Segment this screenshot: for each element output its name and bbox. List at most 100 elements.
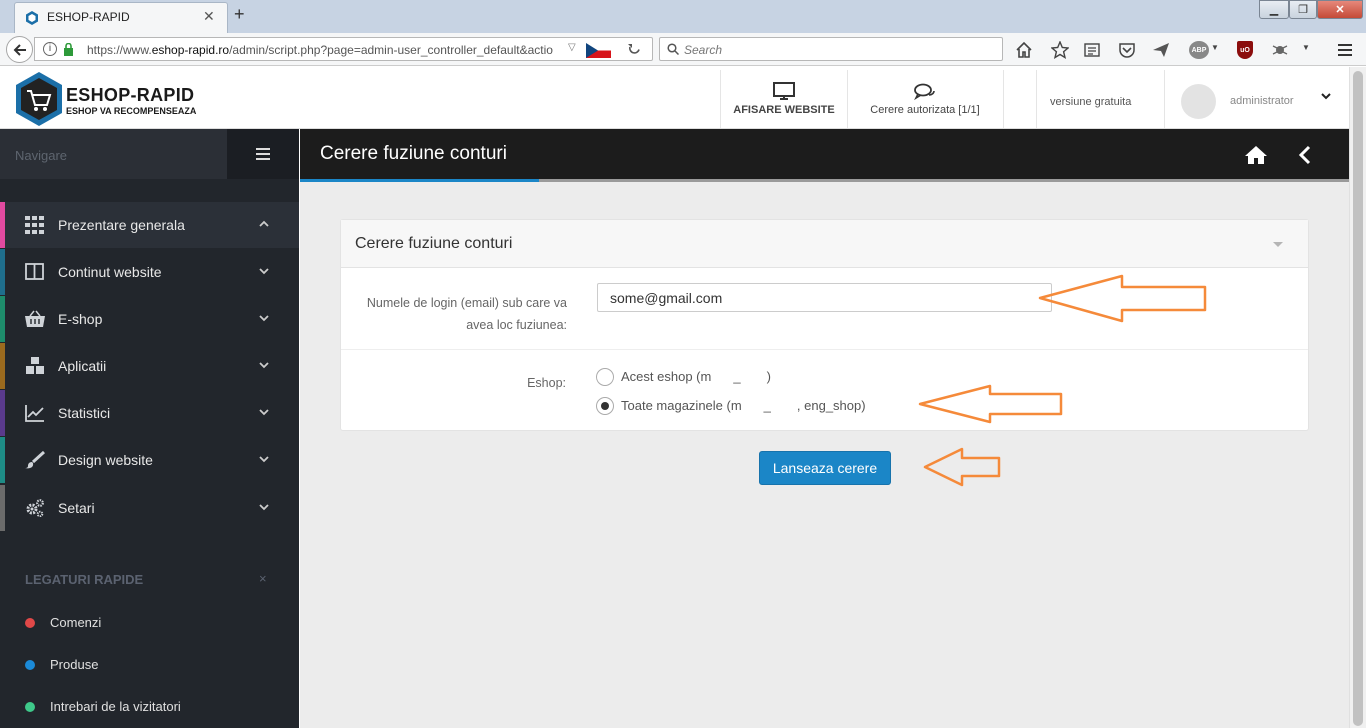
quick-link-produse[interactable]: Produse <box>0 650 299 680</box>
new-tab-icon[interactable]: + <box>234 4 245 25</box>
sidebar-nav-label: Navigare <box>15 148 68 163</box>
view-website-button[interactable]: AFISARE WEBSITE <box>721 71 847 129</box>
send-icon[interactable] <box>1152 41 1170 59</box>
status-dot <box>25 618 35 628</box>
sidebar-item-label: Design website <box>58 452 153 468</box>
chevron-down-icon <box>259 504 269 511</box>
url-bar[interactable]: i https://www.eshop-rapid.ro/admin/scrip… <box>34 37 653 61</box>
cubes-icon <box>26 357 44 374</box>
panel-title: Cerere fuziune conturi <box>355 235 513 252</box>
home-icon[interactable] <box>1244 145 1268 165</box>
radio-this-eshop-label: Acest eshop (m _) <box>621 369 771 384</box>
tab-title: ESHOP-RAPID <box>47 10 130 24</box>
columns-icon <box>25 263 44 280</box>
maximize-icon[interactable]: ❐ <box>1289 0 1317 19</box>
brush-icon <box>25 451 45 469</box>
browser-tab[interactable]: ESHOP-RAPID ✕ <box>14 2 228 33</box>
sidebar-item-accent <box>0 249 5 295</box>
search-placeholder: Search <box>684 43 723 57</box>
sidebar-item-statistici[interactable]: Statistici <box>0 390 299 436</box>
browser-toolbar: i https://www.eshop-rapid.ro/admin/scrip… <box>0 33 1366 66</box>
sidebar-item-label: Prezentare generala <box>58 217 185 233</box>
shield-favicon-icon <box>26 11 38 25</box>
chevron-left-icon[interactable] <box>1296 145 1314 165</box>
view-website-label: AFISARE WEBSITE <box>733 104 835 116</box>
version-label[interactable]: versiune gratuita <box>1050 96 1131 108</box>
sidebar-item-prezentare-generala[interactable]: Prezentare generala <box>0 202 299 248</box>
sidebar-header: Navigare <box>0 129 299 179</box>
eshop-field-label: Eshop: <box>527 376 566 390</box>
sidebar: Navigare Prezentare generala Continut we… <box>0 129 299 728</box>
launch-request-button[interactable]: Lanseaza cerere <box>759 451 891 485</box>
menu-icon[interactable] <box>1336 41 1354 59</box>
minimize-icon[interactable]: ▁ <box>1259 0 1289 19</box>
sidebar-toggle-button[interactable] <box>227 129 299 179</box>
quick-link-comenzi[interactable]: Comenzi <box>0 608 299 638</box>
sidebar-item-label: Setari <box>58 500 95 516</box>
sidebar-item-label: E-shop <box>58 311 103 327</box>
info-icon[interactable]: i <box>43 42 57 56</box>
overflow-dropdown-icon[interactable]: ▼ <box>1302 43 1310 52</box>
logo-tagline: ESHOP VA RECOMPENSEAZA <box>66 106 197 116</box>
url-text: https://www.eshop-rapid.ro/admin/script.… <box>87 43 553 57</box>
panel-collapse-icon[interactable] <box>1273 242 1283 247</box>
lock-icon <box>64 43 73 56</box>
quick-link-label: Produse <box>50 657 99 672</box>
window-close-icon[interactable]: ✕ <box>1317 0 1363 19</box>
chevron-down-icon <box>259 456 269 463</box>
hamburger-icon <box>256 148 270 160</box>
chevron-down-icon <box>259 362 269 369</box>
sidebar-item-accent <box>0 202 5 248</box>
user-name[interactable]: administrator <box>1230 95 1294 107</box>
flag-cz-icon <box>586 43 611 58</box>
reload-icon[interactable] <box>628 43 641 56</box>
extension-icon[interactable] <box>1271 41 1289 59</box>
header-divider <box>1036 70 1037 128</box>
radio-this-eshop[interactable] <box>596 368 614 386</box>
status-dot <box>25 702 35 712</box>
search-bar[interactable]: Search <box>659 37 1003 61</box>
app-header: ESHOP-RAPID ESHOP VA RECOMPENSEAZA AFISA… <box>0 67 1366 129</box>
logo[interactable]: ESHOP-RAPID ESHOP VA RECOMPENSEAZA <box>14 71 204 127</box>
pocket-icon[interactable] <box>1118 41 1136 59</box>
monitor-icon <box>773 82 795 100</box>
back-arrow-icon[interactable] <box>6 36 33 63</box>
sidebar-item-label: Continut website <box>58 264 162 280</box>
sidebar-item-setari[interactable]: Setari <box>0 485 299 531</box>
sidebar-item-aplicatii[interactable]: Aplicatii <box>0 343 299 389</box>
sidebar-item-e-shop[interactable]: E-shop <box>0 296 299 342</box>
chevron-down-icon[interactable] <box>1320 90 1332 102</box>
dropdown-icon[interactable]: ▽ <box>568 42 576 53</box>
sidebar-item-design-website[interactable]: Design website <box>0 437 299 483</box>
sidebar-item-continut-website[interactable]: Continut website <box>0 249 299 295</box>
close-tab-icon[interactable]: ✕ <box>203 8 215 25</box>
authorized-requests-button[interactable]: Cerere autorizata [1/1] <box>848 71 1002 129</box>
email-row: Numele de login (email) sub care va avea… <box>341 268 1308 350</box>
quick-link-intrebari[interactable]: Intrebari de la vizitatori <box>0 692 299 722</box>
panel-header: Cerere fuziune conturi <box>341 220 1308 268</box>
chevron-up-icon <box>259 220 269 227</box>
radio-all-shops[interactable] <box>596 397 614 415</box>
authorized-requests-label: Cerere autorizata [1/1] <box>870 104 980 116</box>
star-icon[interactable] <box>1051 41 1069 59</box>
avatar[interactable] <box>1181 84 1216 119</box>
quick-links-close-icon[interactable]: × <box>259 571 267 586</box>
radio-all-shops-label: Toate magazinele (m _, eng_shop) <box>621 398 866 413</box>
ublock-icon[interactable]: uO <box>1237 41 1253 59</box>
header-divider <box>1164 70 1165 128</box>
reading-list-icon[interactable] <box>1083 41 1101 59</box>
browser-tab-strip: ESHOP-RAPID ✕ + ▁ ❐ ✕ <box>0 0 1366 33</box>
adblock-icon[interactable]: ABP <box>1189 41 1209 59</box>
page-title-bar: Cerere fuziune conturi <box>300 129 1349 179</box>
chevron-down-icon <box>259 409 269 416</box>
adblock-dropdown-icon[interactable]: ▼ <box>1211 43 1219 52</box>
scrollbar-thumb[interactable] <box>1353 71 1363 726</box>
sidebar-item-accent <box>0 390 5 436</box>
home-icon[interactable] <box>1015 41 1033 59</box>
sidebar-item-accent <box>0 296 5 342</box>
quick-links-title: LEGATURI RAPIDE <box>25 572 144 587</box>
email-field[interactable] <box>597 283 1052 312</box>
logo-basket-icon <box>16 72 62 126</box>
comments-icon <box>914 83 935 101</box>
search-icon <box>667 43 679 55</box>
